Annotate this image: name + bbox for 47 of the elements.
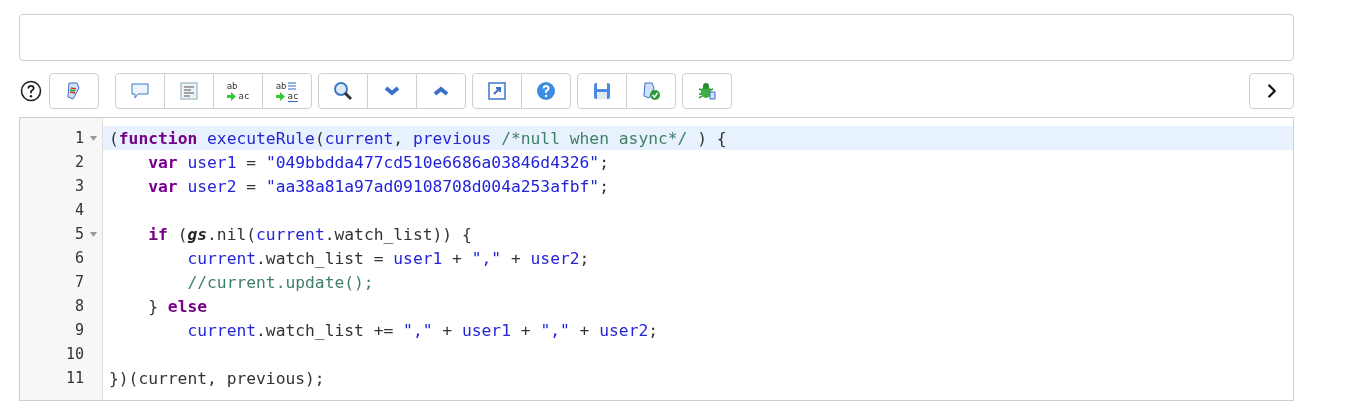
line-number: 8: [73, 297, 84, 315]
code-line: if (gs.nil(current.watch_list)) {: [147, 224, 472, 244]
arrow-right-icon: [275, 91, 285, 101]
code-line: (function executeRule(current, previous /*null when async*/ ) {: [109, 128, 727, 148]
code-editor[interactable]: [19, 117, 1294, 401]
next-button[interactable]: [1249, 73, 1294, 109]
code-line: var user2 = "aa38a81a97ad09108708d004a253afbf";: [147, 176, 609, 196]
check-script-button[interactable]: [626, 73, 676, 109]
fold-arrow-icon[interactable]: [90, 231, 97, 237]
line-number: 1: [73, 129, 84, 147]
text-lines-icon: [178, 80, 200, 102]
fullscreen-button[interactable]: [472, 73, 522, 109]
line-number: 9: [73, 321, 84, 339]
arrow-right-icon: [226, 91, 236, 101]
line-number: 2: [73, 153, 84, 171]
line-number: 10: [64, 345, 84, 363]
debug-button[interactable]: [682, 73, 732, 109]
input-field[interactable]: [19, 14, 1294, 61]
code-line: })(current, previous);: [109, 368, 325, 388]
code-line: } else: [147, 296, 208, 316]
code-line: current.watch_list = user1 + "," + user2;: [186, 248, 590, 268]
next-match-button[interactable]: [367, 73, 417, 109]
line-number: 3: [73, 177, 84, 195]
format-button[interactable]: [164, 73, 214, 109]
line-number: 5: [73, 225, 84, 243]
code-line: var user1 = "049bbdda477cd510e6686a03846d4326";: [147, 152, 609, 172]
help-icon: [535, 80, 557, 102]
code-line: //current.update();: [186, 272, 374, 292]
line-number: 7: [73, 273, 84, 291]
replace-all-button[interactable]: ab ac: [262, 73, 312, 109]
line-number: 6: [73, 249, 84, 267]
comment-button[interactable]: [115, 73, 165, 109]
help-icon[interactable]: [20, 80, 42, 102]
lines-icon: [287, 81, 296, 90]
line-number: 4: [73, 201, 84, 219]
script-button[interactable]: [49, 73, 99, 109]
help-button[interactable]: [521, 73, 571, 109]
search-icon: [332, 80, 354, 102]
save-button[interactable]: [577, 73, 627, 109]
previous-match-button[interactable]: [416, 73, 466, 109]
scroll-checkmark-icon: [640, 80, 662, 102]
line-number: 11: [64, 369, 84, 387]
code-line: current.watch_list += "," + user1 + "," + user2;: [186, 320, 659, 340]
search-button[interactable]: [318, 73, 368, 109]
fold-arrow-icon[interactable]: [90, 135, 97, 141]
replace-button[interactable]: ab ac: [213, 73, 263, 109]
bug-icon: [696, 80, 718, 102]
